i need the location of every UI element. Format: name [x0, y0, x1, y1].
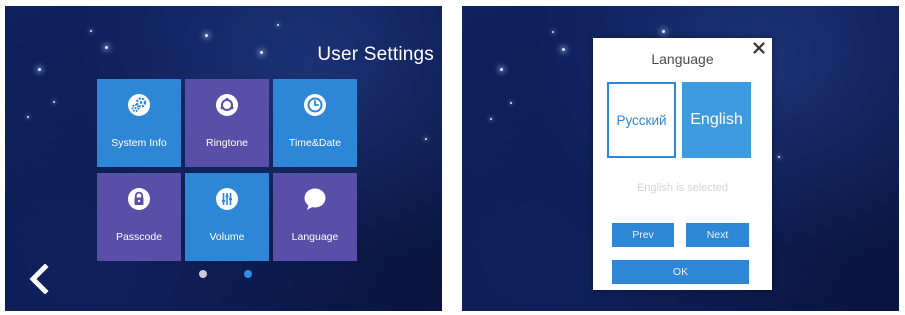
language-option-label: English: [690, 111, 743, 128]
language-dialog-screen: Language Русский English English is sele…: [462, 6, 899, 311]
page-title: User Settings: [317, 44, 434, 65]
star-decoration: [552, 31, 554, 33]
ok-button[interactable]: OK: [612, 260, 749, 284]
tile-label: Passcode: [115, 231, 163, 243]
language-tile[interactable]: Language: [273, 173, 357, 261]
language-option-russian[interactable]: Русский: [607, 82, 676, 158]
next-button[interactable]: Next: [686, 223, 749, 247]
lock-icon: [128, 188, 150, 210]
ok-button-label: OK: [672, 266, 689, 278]
star-decoration: [205, 34, 208, 37]
volume-tile[interactable]: Volume: [185, 173, 269, 261]
star-decoration: [53, 101, 55, 103]
ringtone-tile[interactable]: Ringtone: [185, 79, 269, 167]
ringtone-icon: [216, 94, 238, 116]
star-decoration: [105, 46, 108, 49]
star-decoration: [510, 102, 512, 104]
settings-tile-grid: System Info Ringtone Time&Date Passcode …: [97, 79, 357, 261]
dialog-title: Language: [651, 51, 714, 67]
tile-label: Time&Date: [288, 137, 342, 149]
star-decoration: [490, 118, 492, 120]
page-dot-active[interactable]: [244, 270, 252, 278]
chevron-left-icon[interactable]: [27, 264, 51, 294]
selection-status: English is selected: [636, 182, 729, 194]
volume-sliders-icon: [216, 188, 238, 210]
language-option-english[interactable]: English: [682, 82, 751, 158]
star-decoration: [27, 116, 29, 118]
prev-button-label: Prev: [632, 229, 654, 241]
time-date-tile[interactable]: Time&Date: [273, 79, 357, 167]
star-decoration: [425, 138, 427, 140]
page-indicator: [199, 270, 259, 280]
close-icon[interactable]: [752, 41, 766, 55]
tile-label: System Info: [111, 137, 167, 149]
gears-icon: [128, 94, 150, 116]
clock-icon: [304, 94, 326, 116]
star-decoration: [260, 51, 263, 54]
star-decoration: [277, 24, 279, 26]
star-decoration: [778, 156, 780, 158]
next-button-label: Next: [706, 229, 729, 241]
star-decoration: [500, 68, 503, 71]
page-dot-inactive[interactable]: [199, 270, 207, 278]
passcode-tile[interactable]: Passcode: [97, 173, 181, 261]
user-settings-screen: User Settings System Info Ringtone Time&…: [5, 6, 442, 311]
star-decoration: [662, 30, 665, 33]
language-option-label: Русский: [616, 112, 667, 128]
speech-bubble-icon: [304, 188, 326, 210]
language-dialog: Language Русский English English is sele…: [593, 38, 772, 290]
prev-button[interactable]: Prev: [612, 223, 674, 247]
tile-label: Language: [291, 231, 339, 243]
tile-label: Volume: [209, 231, 245, 243]
star-decoration: [38, 68, 41, 71]
system-info-tile[interactable]: System Info: [97, 79, 181, 167]
star-decoration: [562, 48, 565, 51]
tile-label: Ringtone: [205, 137, 249, 149]
star-decoration: [90, 30, 92, 32]
